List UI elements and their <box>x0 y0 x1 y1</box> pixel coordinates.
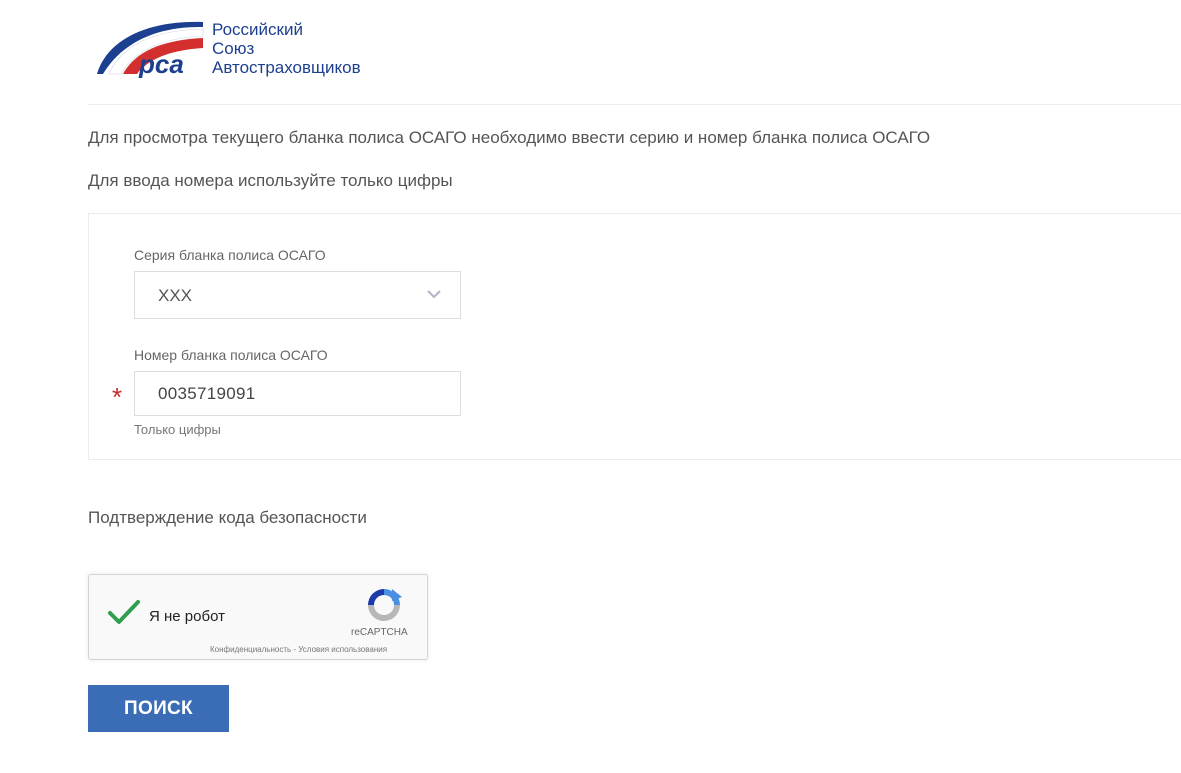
captcha-section-title: Подтверждение кода безопасности <box>88 508 367 527</box>
recaptcha-privacy-terms-links[interactable]: Конфиденциальность - Условия использован… <box>210 645 387 654</box>
checkmark-icon[interactable] <box>107 597 141 627</box>
svg-text:рса: рса <box>138 49 184 78</box>
chevron-down-icon <box>427 290 441 299</box>
recaptcha-brand: reCAPTCHA <box>351 627 408 638</box>
policy-number-value: 0035719091 <box>158 384 256 403</box>
captcha-checkbox-label[interactable]: Я не робот <box>149 608 225 625</box>
header-divider <box>88 104 1181 105</box>
series-label: Серия бланка полиса ОСАГО <box>134 247 326 263</box>
number-hint: Только цифры <box>134 422 221 437</box>
logo-line-3: Автостраховщиков <box>212 58 361 77</box>
recaptcha-widget: Я не робот reCAPTCHA Конфиденциальность … <box>88 574 428 660</box>
logo-line-1: Российский <box>212 20 303 39</box>
logo-text: Российский Союз Автостраховщиков <box>212 20 361 77</box>
series-select-value: XXX <box>158 286 193 305</box>
required-asterisk: * <box>112 382 123 412</box>
policy-number-input[interactable]: 0035719091 <box>134 371 461 416</box>
rsa-logo[interactable]: рса Российский Союз Автостраховщиков <box>95 18 385 80</box>
recaptcha-logo-icon <box>368 589 402 621</box>
intro-text: Для просмотра текущего бланка полиса ОСА… <box>88 128 931 147</box>
digits-only-instruction: Для ввода номера используйте только цифр… <box>88 171 453 190</box>
logo-line-2: Союз <box>212 39 255 58</box>
rsa-logo-mark-icon: рса <box>97 21 204 78</box>
number-label: Номер бланка полиса ОСАГО <box>134 347 328 363</box>
search-button[interactable]: ПОИСК <box>88 685 229 732</box>
series-select[interactable]: XXX <box>134 271 461 319</box>
